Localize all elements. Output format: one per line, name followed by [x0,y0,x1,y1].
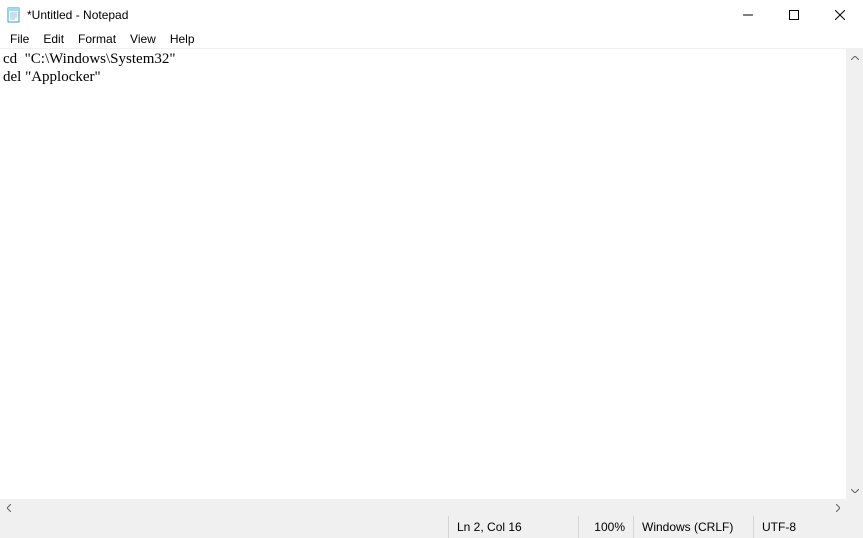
status-zoom: 100% [578,516,633,538]
menu-help[interactable]: Help [163,31,202,47]
status-spacer [0,516,448,538]
editor-container: cd "C:\Windows\System32" del "Applocker" [0,49,863,499]
status-line-ending: Windows (CRLF) [633,516,753,538]
close-button[interactable] [817,0,863,30]
title-bar: *Untitled - Notepad [0,0,863,30]
menu-view[interactable]: View [123,31,163,47]
menu-bar: File Edit Format View Help [0,30,863,49]
window-controls [725,0,863,30]
text-editor[interactable]: cd "C:\Windows\System32" del "Applocker" [0,49,846,499]
horizontal-scrollbar[interactable] [0,499,863,516]
notepad-icon [6,7,22,23]
status-encoding: UTF-8 [753,516,863,538]
menu-edit[interactable]: Edit [36,31,71,47]
scroll-left-icon[interactable] [0,499,17,516]
vertical-scroll-track[interactable] [846,66,863,482]
scroll-down-icon[interactable] [846,482,863,499]
menu-format[interactable]: Format [71,31,123,47]
status-position: Ln 2, Col 16 [448,516,578,538]
scroll-right-icon[interactable] [829,499,846,516]
minimize-button[interactable] [725,0,771,30]
horizontal-scroll-track[interactable] [17,499,829,516]
maximize-button[interactable] [771,0,817,30]
menu-file[interactable]: File [3,31,36,47]
scroll-corner [846,499,863,516]
scroll-up-icon[interactable] [846,49,863,66]
window-title: *Untitled - Notepad [27,8,128,22]
vertical-scrollbar[interactable] [846,49,863,499]
status-bar: Ln 2, Col 16 100% Windows (CRLF) UTF-8 [0,516,863,538]
